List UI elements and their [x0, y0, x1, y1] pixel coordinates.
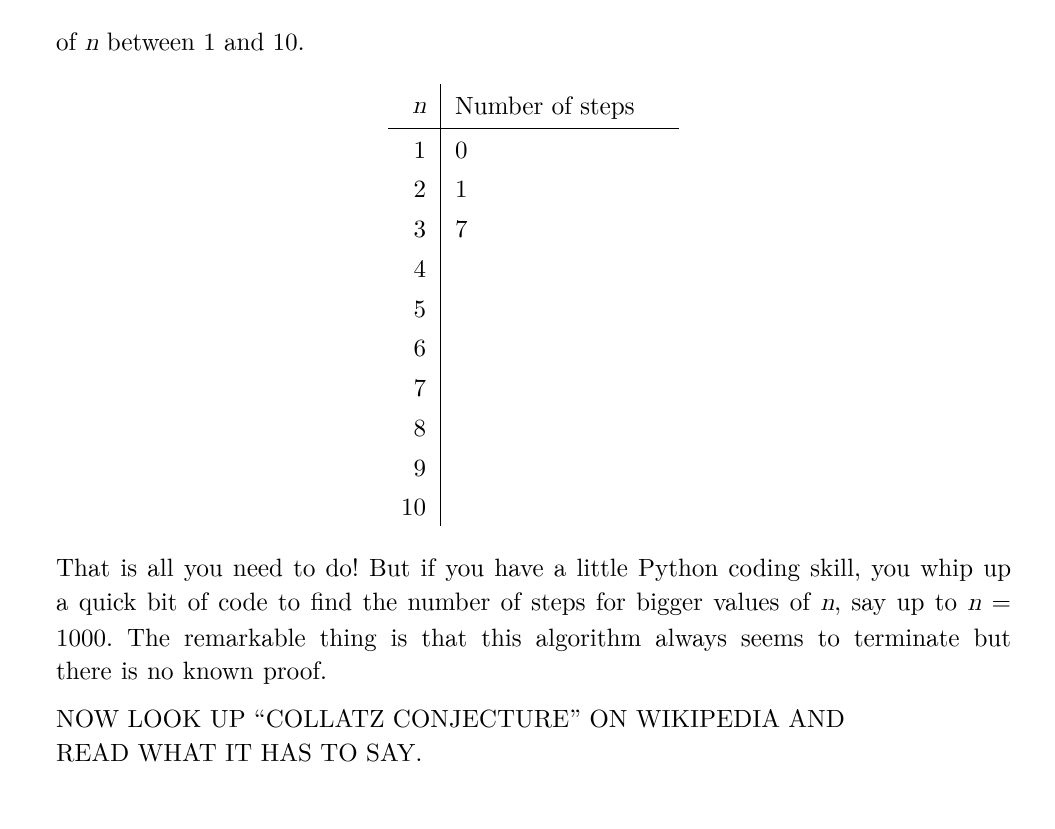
- table-body: 10 21 37 4 5 6 7 8 9 10: [388, 128, 679, 526]
- table-row: 37: [388, 208, 679, 248]
- cell-steps: [441, 367, 680, 407]
- directive-paragraph: NOW LOOK UP “COLLATZ CONJECTURE” ON WIKI…: [56, 701, 1011, 769]
- table-row: 21: [388, 168, 679, 208]
- cell-n: 1: [388, 128, 441, 168]
- cell-n: 8: [388, 407, 441, 447]
- cell-n: 5: [388, 288, 441, 328]
- body-paragraph: That is all you need to do! But if you h…: [56, 550, 1011, 687]
- cell-n: 6: [388, 327, 441, 367]
- cell-steps: [441, 407, 680, 447]
- table-row: 8: [388, 407, 679, 447]
- cell-steps: 0: [441, 128, 680, 168]
- table-row: 6: [388, 327, 679, 367]
- cell-steps: [441, 288, 680, 328]
- collatz-table-wrap: n Number of steps 10 21 37 4 5 6 7 8 9 1…: [56, 84, 1011, 526]
- table-row: 7: [388, 367, 679, 407]
- directive-line-2: READ WHAT IT HAS TO SAY.: [56, 734, 422, 769]
- cell-n: 2: [388, 168, 441, 208]
- cell-n: 7: [388, 367, 441, 407]
- intro-prefix: of: [56, 23, 84, 58]
- table-row: 4: [388, 248, 679, 288]
- table-header-n-label: n: [412, 93, 426, 118]
- cell-n: 9: [388, 447, 441, 487]
- body-seg2: , say up to: [834, 583, 967, 618]
- table-header-steps: Number of steps: [441, 84, 680, 128]
- cell-n: 4: [388, 248, 441, 288]
- intro-var-n: n: [84, 30, 98, 55]
- table-header-row: n Number of steps: [388, 84, 679, 128]
- directive-line-1: NOW LOOK UP “COLLATZ CONJECTURE” ON WIKI…: [56, 700, 845, 735]
- intro-fragment: of n between 1 and 10.: [56, 24, 1011, 60]
- cell-steps: [441, 486, 680, 526]
- intro-suffix: between 1 and 10.: [98, 23, 304, 58]
- table-row: 10: [388, 486, 679, 526]
- table-row: 10: [388, 128, 679, 168]
- cell-steps: [441, 327, 680, 367]
- cell-steps: [441, 447, 680, 487]
- collatz-table: n Number of steps 10 21 37 4 5 6 7 8 9 1…: [388, 84, 679, 526]
- cell-n: 10: [388, 486, 441, 526]
- body-var-n-1: n: [820, 590, 834, 615]
- body-var-n-2: n: [967, 590, 981, 615]
- cell-steps: 1: [441, 168, 680, 208]
- cell-n: 3: [388, 208, 441, 248]
- page: of n between 1 and 10. n Number of steps…: [0, 0, 1055, 829]
- cell-steps: [441, 248, 680, 288]
- table-row: 5: [388, 288, 679, 328]
- table-row: 9: [388, 447, 679, 487]
- cell-steps: 7: [441, 208, 680, 248]
- table-header-n: n: [388, 84, 441, 128]
